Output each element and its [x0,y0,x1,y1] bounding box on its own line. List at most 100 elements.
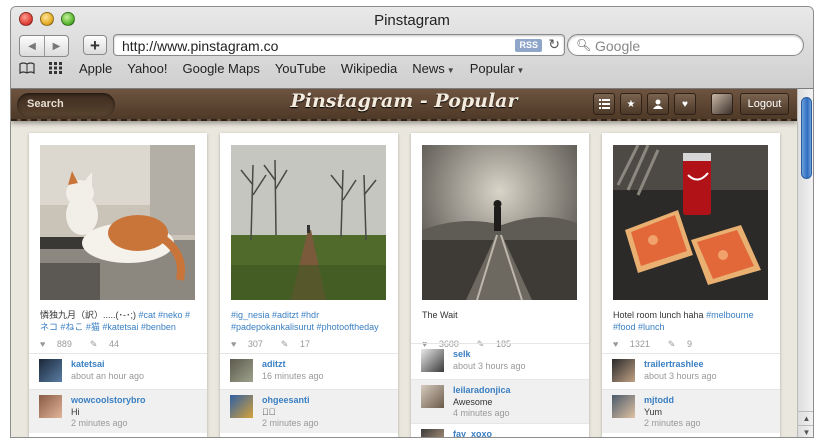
add-bookmark-button[interactable]: + [83,35,107,55]
bookmark-yahoo[interactable]: Yahoo! [127,61,167,76]
comment-user[interactable]: selk [453,349,471,359]
avatar[interactable] [421,349,444,372]
bookmark-popular-label: Popular [469,61,515,76]
comment-user[interactable]: fay_xoxo [453,429,492,437]
avatar[interactable] [711,93,733,115]
bookmark-youtube[interactable]: YouTube [275,61,326,76]
book-icon[interactable] [19,61,37,76]
bookmarks-bar: Apple Yahoo! Google Maps YouTube Wikiped… [19,61,539,76]
photo-card: The Wait ♥ 3600 ✎ 185 selk about 3 hours … [411,133,589,437]
caption-text: 憐独九月（訳）.....(･-･;) [40,310,139,320]
photo-path[interactable] [231,145,386,300]
bookmark-apple[interactable]: Apple [79,61,112,76]
comment-icon: ✎ [280,339,289,349]
photo-railway[interactable] [422,145,577,300]
scroll-up-icon[interactable]: ▲ [798,411,813,425]
forward-button[interactable]: ▶ [44,36,68,56]
comment-user[interactable]: wowcoolstorybro [71,395,146,405]
caption-text: Hotel room lunch haha [613,310,707,320]
rss-button[interactable]: RSS [515,39,542,52]
comment-user[interactable]: mjtodd [644,395,674,405]
bookmark-google-maps[interactable]: Google Maps [183,61,260,76]
avatar[interactable] [421,385,444,408]
caption-tags[interactable]: #ig_nesia #aditzt #hdr #padepokankalisur… [231,310,379,332]
photo-stats: ♥ 1321 ✎ 9 [613,339,710,350]
likes-value: 1321 [629,339,650,349]
comment-user[interactable]: katetsai [71,359,105,369]
url-text[interactable]: http://www.pinstagram.co [122,38,278,54]
search-placeholder[interactable]: Google [595,38,640,54]
photo-stats: ♥ 889 ✎ 44 [40,339,137,350]
avatar[interactable] [230,359,253,382]
comment-user[interactable]: aditzt [262,359,286,369]
comment-count: ✎ 9 [668,339,701,349]
comment-time: 2 minutes ago [71,418,128,428]
heart-icon: ♥ [682,98,688,110]
window-title: Pinstagram [374,12,450,29]
avatar[interactable] [230,395,253,418]
title-bar: Pinstagram ◀ ▶ + http://www.pinstagram.c… [11,7,813,89]
comment-text: Awesome [453,397,493,407]
scroll-down-icon[interactable]: ▼ [798,425,813,437]
bookmark-news-menu[interactable]: News ▼ [412,61,454,76]
comment-time: 2 minutes ago [644,418,701,428]
comment-item: leilaradonjica Awesome 4 minutes ago [411,379,589,423]
comment-text: Yum [644,407,663,417]
comment-user[interactable]: leilaradonjica [453,385,511,395]
comment-item: trailertrashlee about 3 hours ago [602,353,780,389]
comment-time: about 3 hours ago [644,371,717,381]
comments-value: 9 [686,339,692,349]
avatar[interactable] [421,429,444,437]
comment-time: 16 minutes ago [262,371,324,381]
app-header: Search Pinstagram - Popular ★ ♥ Logout [11,89,797,121]
comment-time: 4 minutes ago [453,408,510,418]
avatar[interactable] [612,395,635,418]
comments-value: 17 [299,339,310,349]
comment-count: ✎ 44 [90,339,128,349]
grid-icon[interactable] [49,61,67,76]
comment-user[interactable]: trailertrashlee [644,359,704,369]
like-count: ♥ 889 [40,339,81,349]
bookmark-news-label: News [412,61,445,76]
comment-text: Hi [71,407,80,417]
avatar[interactable] [612,359,635,382]
comment-item: mjtodd Yum 2 minutes ago [602,389,780,433]
star-icon: ★ [626,98,636,110]
comment-user[interactable]: ohgeesanti [262,395,310,405]
photo-lunch[interactable] [613,145,768,300]
popular-button[interactable]: ★ [620,93,642,115]
bookmark-popular-menu[interactable]: Popular ▼ [470,61,525,76]
avatar[interactable] [39,359,62,382]
comment-count: ✎ 17 [281,339,319,349]
photo-stats: ♥ 307 ✎ 17 [231,339,328,350]
back-button[interactable]: ◀ [20,36,44,56]
page-content: Search Pinstagram - Popular ★ ♥ Logout 憐… [11,89,797,437]
comments-value: 44 [108,339,119,349]
profile-button[interactable] [647,93,669,115]
photo-card: #ig_nesia #aditzt #hdr #padepokankalisur… [220,133,398,437]
avatar[interactable] [39,395,62,418]
logout-button[interactable]: Logout [740,93,789,115]
comment-icon: ✎ [89,339,98,349]
photo-caption: #ig_nesia #aditzt #hdr #padepokankalisur… [231,309,389,333]
comment-time: about 3 hours ago [453,361,526,371]
address-bar[interactable]: http://www.pinstagram.co RSS ↻ [113,34,565,56]
chevron-down-icon: ▼ [516,66,525,75]
scrollbar-thumb[interactable] [801,97,812,179]
photo-cat[interactable] [40,145,195,300]
heart-icon: ♥ [40,339,46,349]
reload-icon[interactable]: ↻ [548,36,560,53]
comment-item: aditzt 16 minutes ago [220,353,398,389]
search-icon: 🔍︎ [576,38,592,52]
comment-item: katetsai about an hour ago [29,353,207,389]
user-icon [653,99,663,109]
vertical-scrollbar[interactable]: ▲ ▼ [797,89,813,437]
search-field[interactable]: 🔍︎ Google [567,34,804,56]
list-icon [598,99,610,109]
list-view-button[interactable] [593,93,615,115]
heart-icon: ♥ [613,339,619,349]
bookmark-wikipedia[interactable]: Wikipedia [341,61,397,76]
heart-icon: ♥ [231,339,237,349]
comment-time: 2 minutes ago [262,418,319,428]
likes-button[interactable]: ♥ [674,93,696,115]
